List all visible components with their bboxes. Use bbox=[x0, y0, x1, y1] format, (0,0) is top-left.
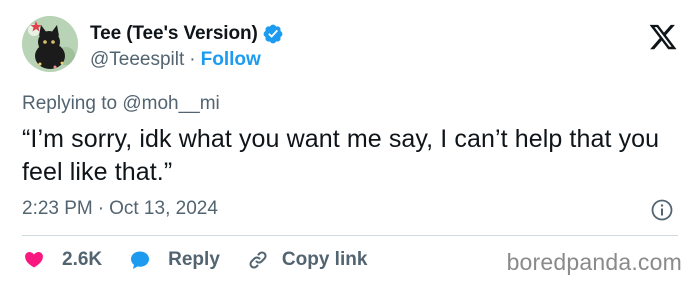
replying-to: Replying to @moh__mi bbox=[22, 93, 220, 115]
follow-button[interactable]: Follow bbox=[201, 49, 261, 71]
copy-link-label: Copy link bbox=[281, 249, 368, 270]
verified-badge-icon bbox=[263, 24, 283, 44]
x-logo-icon[interactable] bbox=[648, 22, 678, 52]
handle-row: @Teeespilt · Follow bbox=[90, 49, 284, 71]
reply-mention-link[interactable]: @moh__mi bbox=[122, 93, 219, 114]
tweet-text: “I’m sorry, idk what you want me say, I … bbox=[22, 125, 660, 186]
action-bar: 2.6K Reply Copy link bbox=[22, 248, 393, 272]
avatar-image bbox=[22, 16, 78, 72]
reply-button[interactable]: Reply bbox=[128, 248, 220, 272]
display-name[interactable]: Tee (Tee's Version) bbox=[90, 23, 258, 45]
handle-separator: · bbox=[189, 49, 196, 70]
author-name-row: Tee (Tee's Version) bbox=[90, 22, 284, 46]
like-count: 2.6K bbox=[62, 249, 103, 270]
reply-label: Reply bbox=[168, 249, 220, 270]
avatar[interactable] bbox=[22, 16, 78, 72]
divider bbox=[22, 235, 678, 236]
tweet-date[interactable]: Oct 13, 2024 bbox=[109, 198, 218, 220]
heart-icon bbox=[25, 252, 43, 268]
info-icon[interactable] bbox=[650, 198, 674, 222]
meta-separator: · bbox=[97, 198, 105, 219]
author-info: Tee (Tee's Version) @Teeespilt · Follow bbox=[90, 22, 284, 71]
author-handle[interactable]: @Teeespilt bbox=[90, 49, 184, 71]
link-icon bbox=[249, 251, 267, 269]
replying-prefix: Replying to bbox=[22, 93, 118, 114]
reply-bubble-icon bbox=[131, 251, 150, 269]
like-button[interactable]: 2.6K bbox=[22, 248, 102, 272]
tweet-time[interactable]: 2:23 PM bbox=[22, 198, 93, 220]
tweet-meta: 2:23 PM · Oct 13, 2024 bbox=[22, 198, 218, 220]
copy-link-button[interactable]: Copy link bbox=[246, 248, 368, 272]
watermark: boredpanda.com bbox=[506, 249, 682, 275]
